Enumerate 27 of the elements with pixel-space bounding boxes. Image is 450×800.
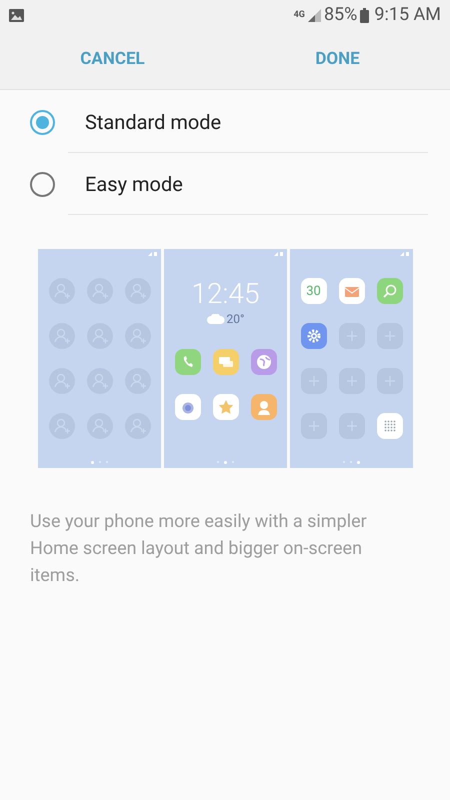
mode-option[interactable]: Easy mode (85, 168, 183, 198)
clock-time: 12:45 (191, 279, 260, 309)
status-icon (400, 252, 409, 256)
status-icon (274, 252, 283, 256)
calendar-icon: 30 (300, 278, 326, 304)
image-icon (9, 8, 24, 22)
person-icon (250, 394, 276, 420)
settings-icon (300, 323, 326, 349)
radio-button[interactable] (30, 110, 55, 134)
battery-icon (360, 8, 370, 22)
cloud-icon (206, 314, 224, 324)
globe-icon (250, 349, 276, 375)
battery-percent: 85% (324, 6, 358, 24)
mode-option[interactable]: Standard mode (85, 106, 222, 136)
temperature: 20° (226, 313, 244, 325)
radio-button[interactable] (30, 172, 55, 196)
status-icon (148, 252, 157, 256)
camera-icon (174, 394, 200, 420)
envelope-icon (338, 278, 364, 304)
message-icon (212, 349, 238, 375)
description: Use your phone more easily with a simpler Home screen layout and bigger on-screen items. (29, 510, 368, 588)
signal-icon (308, 8, 321, 22)
phone-icon (174, 349, 200, 375)
clock: 9:15 AM (374, 6, 441, 24)
network-type: 4G (294, 10, 305, 20)
search-icon (376, 278, 402, 304)
apps-grid-icon (376, 413, 402, 439)
